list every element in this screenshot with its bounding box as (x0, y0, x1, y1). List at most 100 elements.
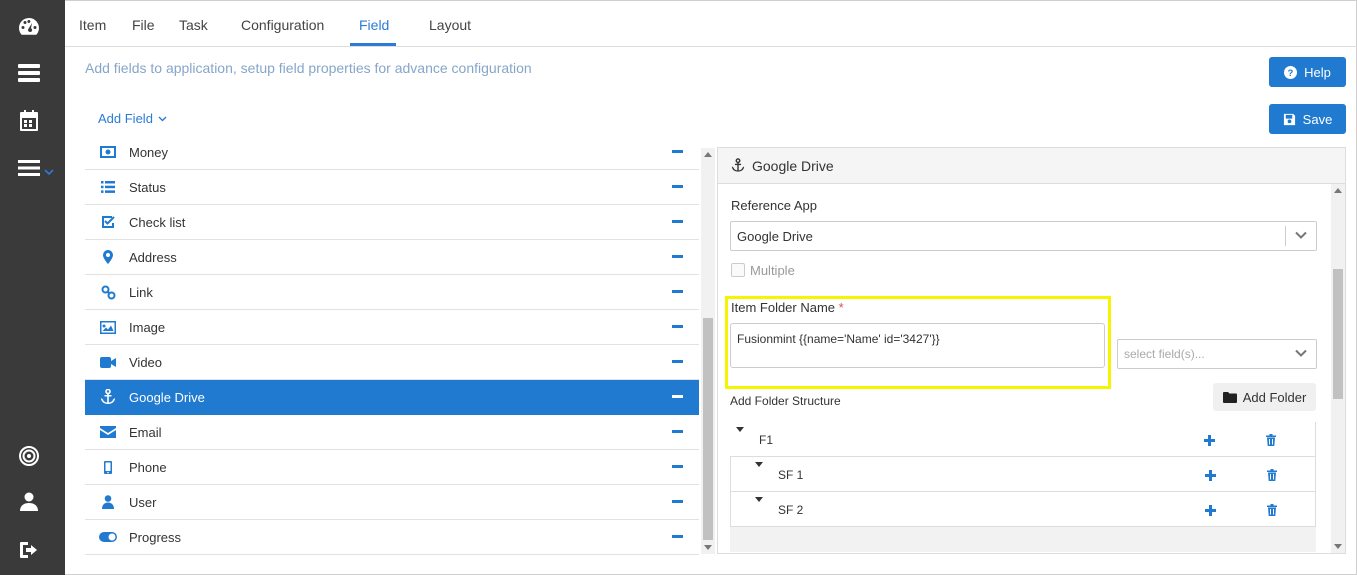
tree-row[interactable]: SF 2 (730, 492, 1316, 527)
check-square-icon (85, 215, 129, 229)
caret-down-icon[interactable] (736, 427, 744, 432)
tab-layout[interactable]: Layout (429, 17, 471, 33)
list-item[interactable]: Check list (85, 205, 699, 240)
add-subfolder-icon[interactable] (1204, 435, 1215, 446)
list-item[interactable]: Address (85, 240, 699, 275)
reference-app-select[interactable]: Google Drive (730, 221, 1317, 251)
panel-title: Google Drive (752, 157, 834, 174)
panel-scrollbar[interactable] (1331, 184, 1345, 553)
add-field-label: Add Field (98, 111, 153, 126)
remove-field-icon[interactable] (672, 325, 683, 328)
required-mark: * (838, 300, 844, 315)
tree-row[interactable]: F1 (730, 422, 1316, 457)
mobile-icon (85, 460, 129, 474)
calendar-icon[interactable] (17, 108, 41, 132)
scroll-down-arrow-icon[interactable] (704, 545, 712, 550)
scroll-thumb[interactable] (1333, 269, 1343, 399)
scroll-down-arrow-icon[interactable] (1334, 544, 1342, 549)
tab-file[interactable]: File (132, 17, 155, 33)
remove-field-icon[interactable] (672, 360, 683, 363)
list-item[interactable]: Video (85, 345, 699, 380)
help-button[interactable]: ? Help (1269, 57, 1346, 87)
chevron-down-icon[interactable] (44, 163, 54, 176)
tree-label: SF 1 (778, 468, 804, 482)
add-folder-button[interactable]: Add Folder (1213, 383, 1316, 411)
save-button[interactable]: Save (1269, 104, 1346, 134)
remove-field-icon[interactable] (672, 465, 683, 468)
add-folder-label: Add Folder (1242, 389, 1307, 405)
menu-icon[interactable] (17, 156, 41, 180)
list-item[interactable]: Progress (85, 520, 699, 555)
select-divider (1285, 226, 1286, 246)
list-item[interactable]: Money (85, 138, 699, 170)
add-subfolder-icon[interactable] (1205, 505, 1216, 516)
folder-name-input[interactable]: Fusionmint {{name='Name' id='3427'}} (730, 323, 1105, 368)
tree-label: SF 2 (778, 503, 804, 517)
field-label: Google Drive (129, 389, 205, 405)
list-item[interactable]: Status (85, 170, 699, 205)
remove-field-icon[interactable] (672, 185, 683, 188)
scroll-thumb[interactable] (703, 318, 713, 540)
caret-down-icon[interactable] (755, 462, 763, 467)
tab-configuration[interactable]: Configuration (241, 17, 324, 33)
money-icon (85, 146, 129, 158)
field-label: User (129, 494, 157, 510)
field-label: Status (129, 179, 166, 195)
folder-structure-label: Add Folder Structure (730, 394, 841, 408)
trash-icon[interactable] (1267, 468, 1277, 486)
add-subfolder-icon[interactable] (1205, 470, 1216, 481)
remove-field-icon[interactable] (672, 255, 683, 258)
scroll-up-arrow-icon[interactable] (1334, 188, 1342, 193)
save-icon (1283, 113, 1295, 125)
envelope-icon (85, 426, 129, 438)
select-fields-dropdown[interactable]: select field(s)... (1117, 339, 1317, 369)
tab-item[interactable]: Item (79, 17, 106, 33)
tree-row[interactable]: SF 1 (730, 457, 1316, 492)
left-nav-rail (0, 0, 65, 575)
list-item-selected[interactable]: Google Drive (85, 380, 699, 415)
list-item[interactable]: Email (85, 415, 699, 450)
list-item[interactable]: Image (85, 310, 699, 345)
field-label: Video (129, 354, 163, 370)
add-field-dropdown[interactable]: Add Field (98, 111, 167, 126)
field-label: Phone (129, 459, 167, 475)
sign-out-icon[interactable] (17, 538, 41, 562)
tab-field[interactable]: Field (359, 17, 389, 33)
active-tab-indicator (350, 43, 396, 46)
tab-task[interactable]: Task (179, 17, 208, 33)
list-icon (85, 181, 129, 193)
chevron-down-icon (158, 116, 167, 121)
save-label: Save (1302, 111, 1333, 127)
remove-field-icon[interactable] (672, 150, 683, 153)
field-label: Email (129, 424, 162, 440)
trash-icon[interactable] (1266, 433, 1276, 451)
list-item[interactable]: Phone (85, 450, 699, 485)
toggle-on-icon (85, 532, 129, 542)
question-circle-icon: ? (1284, 65, 1298, 79)
multiple-checkbox[interactable] (731, 263, 745, 277)
scroll-up-arrow-icon[interactable] (704, 152, 712, 157)
dashboard-icon[interactable] (17, 15, 41, 39)
field-list-scrollbar[interactable] (701, 148, 715, 554)
server-icon[interactable] (17, 61, 41, 85)
remove-field-icon[interactable] (672, 535, 683, 538)
list-item[interactable]: User (85, 485, 699, 520)
caret-down-icon[interactable] (755, 497, 763, 502)
user-icon[interactable] (17, 490, 41, 514)
folder-icon (1222, 391, 1237, 403)
remove-field-icon[interactable] (672, 430, 683, 433)
field-label: Progress (129, 529, 182, 545)
trash-icon[interactable] (1267, 503, 1277, 521)
reference-app-value: Google Drive (737, 228, 813, 244)
remove-field-icon[interactable] (672, 395, 683, 398)
map-marker-icon (85, 250, 129, 264)
target-icon[interactable] (17, 444, 41, 468)
folder-name-label-text: Item Folder Name (731, 300, 836, 315)
help-label: Help (1304, 64, 1331, 80)
remove-field-icon[interactable] (672, 220, 683, 223)
list-item[interactable]: Link (85, 275, 699, 310)
remove-field-icon[interactable] (672, 290, 683, 293)
svg-text:?: ? (1288, 68, 1294, 78)
field-label: Link (129, 284, 153, 300)
remove-field-icon[interactable] (672, 500, 683, 503)
